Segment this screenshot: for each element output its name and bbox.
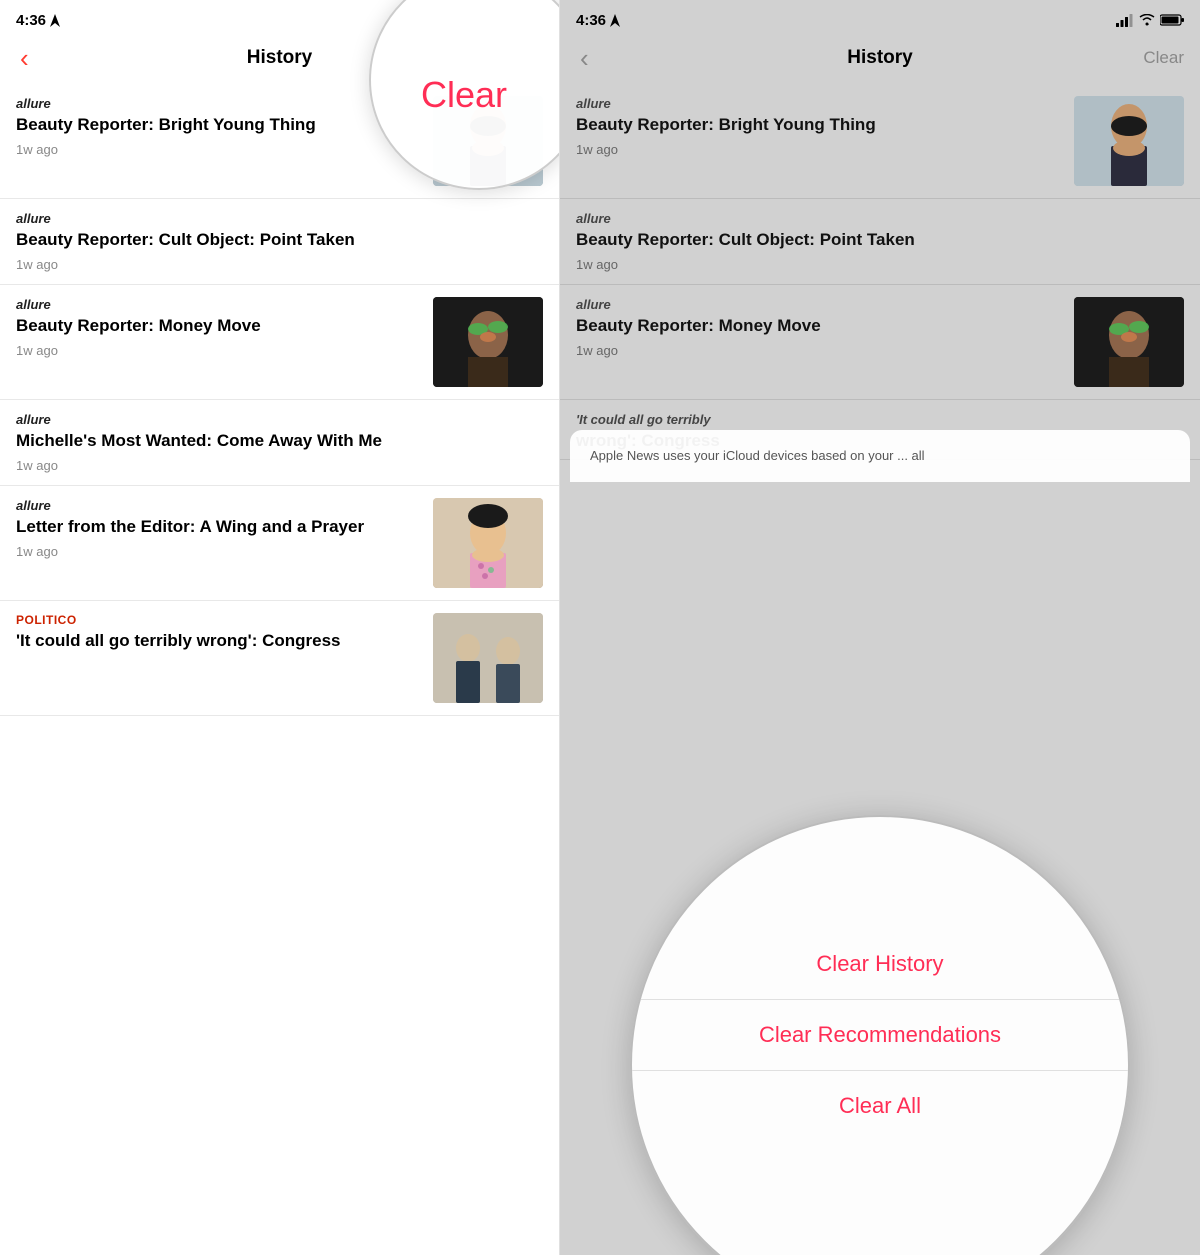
action-sheet-overlay: Clear History Clear Recommendations Clea… <box>560 0 1200 1255</box>
left-article-6[interactable]: POLITICO 'It could all go terribly wrong… <box>0 601 559 716</box>
left-panel: 4:36 ‹ History Clear allure Beauty Repor… <box>0 0 560 1255</box>
left-nav-title: History <box>247 47 312 69</box>
left-article-5-source: allure <box>16 498 421 513</box>
clear-circle-label[interactable]: Clear <box>421 74 507 116</box>
left-article-6-source: POLITICO <box>16 613 421 627</box>
left-article-3[interactable]: allure Beauty Reporter: Money Move 1w ag… <box>0 285 559 400</box>
clear-recommendations-button[interactable]: Clear Recommendations <box>632 1000 1128 1071</box>
left-article-3-thumb <box>433 297 543 387</box>
left-article-1-source: allure <box>16 96 421 111</box>
left-article-2-title: Beauty Reporter: Cult Object: Point Take… <box>16 229 543 251</box>
left-article-5-title: Letter from the Editor: A Wing and a Pra… <box>16 516 421 538</box>
action-sheet-inner: Clear History Clear Recommendations Clea… <box>632 929 1128 1141</box>
left-article-1-title: Beauty Reporter: Bright Young Thing <box>16 114 421 136</box>
left-article-2-time: 1w ago <box>16 257 543 272</box>
left-status-time: 4:36 <box>16 12 46 29</box>
right-panel: 4:36 <box>560 0 1200 1255</box>
left-article-6-title: 'It could all go terribly wrong': Congre… <box>16 630 421 652</box>
left-article-4-source: allure <box>16 412 543 427</box>
left-article-1-time: 1w ago <box>16 142 421 157</box>
left-article-4[interactable]: allure Michelle's Most Wanted: Come Away… <box>0 400 559 486</box>
left-location-icon <box>50 14 60 27</box>
left-article-3-source: allure <box>16 297 421 312</box>
left-article-5[interactable]: allure Letter from the Editor: A Wing an… <box>0 486 559 601</box>
left-article-4-time: 1w ago <box>16 458 543 473</box>
left-article-2[interactable]: allure Beauty Reporter: Cult Object: Poi… <box>0 199 559 285</box>
clear-history-button[interactable]: Clear History <box>632 929 1128 1000</box>
left-article-4-title: Michelle's Most Wanted: Come Away With M… <box>16 430 543 452</box>
left-article-3-title: Beauty Reporter: Money Move <box>16 315 421 337</box>
action-sheet-circle: Clear History Clear Recommendations Clea… <box>630 815 1130 1255</box>
left-article-5-time: 1w ago <box>16 544 421 559</box>
left-article-6-thumb <box>433 613 543 703</box>
clear-all-button[interactable]: Clear All <box>632 1071 1128 1141</box>
left-article-3-time: 1w ago <box>16 343 421 358</box>
left-article-2-source: allure <box>16 211 543 226</box>
left-article-5-thumb <box>433 498 543 588</box>
left-article-list: allure Beauty Reporter: Bright Young Thi… <box>0 84 559 1255</box>
left-back-button[interactable]: ‹ <box>16 41 33 75</box>
